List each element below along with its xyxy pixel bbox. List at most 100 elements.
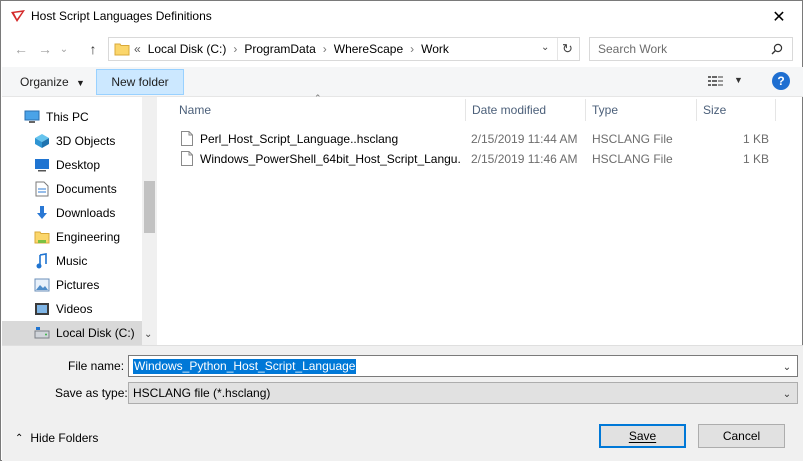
save-button[interactable]: Save: [599, 424, 686, 448]
back-button[interactable]: ←: [9, 39, 33, 59]
cancel-button[interactable]: Cancel: [698, 424, 785, 448]
file-size: 1 KB: [742, 152, 769, 166]
refresh-icon: ↻: [562, 41, 573, 56]
scroll-down-arrow-icon[interactable]: ⌄: [144, 329, 152, 340]
pictures-icon: [34, 277, 50, 293]
back-arrow-icon: ←: [14, 41, 28, 57]
breadcrumb-separator: ›: [233, 42, 238, 56]
file-name: Windows_PowerShell_64bit_Host_Script_Lan…: [200, 152, 460, 166]
file-date: 2/15/2019 11:46 AM: [471, 152, 578, 166]
music-icon: [34, 253, 50, 269]
title-bar: Host Script Languages Definitions ✕: [1, 1, 802, 32]
organize-button[interactable]: Organize ▼: [12, 71, 93, 93]
sidebar-item-downloads[interactable]: Downloads: [2, 201, 142, 225]
save-label: Save: [628, 429, 657, 443]
column-type-label: Type: [592, 103, 619, 117]
sidebar-item-engineering[interactable]: Engineering: [2, 225, 142, 249]
sidebar-item-label: Pictures: [56, 278, 100, 292]
forward-arrow-icon: →: [38, 41, 52, 57]
file-type: HSCLANG File: [592, 132, 673, 146]
sidebar-item-label: Music: [56, 254, 88, 268]
file-row[interactable]: Windows_PowerShell_64bit_Host_Script_Lan…: [177, 149, 777, 169]
column-header-size[interactable]: Size: [703, 97, 726, 123]
save-dialog-window: Host Script Languages Definitions ✕ ← → …: [0, 0, 803, 461]
column-divider[interactable]: [465, 99, 466, 121]
videos-icon: [34, 301, 50, 317]
new-folder-label: New folder: [111, 75, 169, 89]
close-icon: ✕: [772, 8, 786, 26]
sidebar-item-label: 3D Objects: [56, 134, 116, 148]
sidebar-item-documents[interactable]: Documents: [2, 177, 142, 201]
sidebar-item-music[interactable]: Music: [2, 249, 142, 273]
organize-label: Organize: [20, 75, 69, 89]
sidebar-item-label: This PC: [46, 110, 89, 124]
save-type-select[interactable]: HSCLANG file (*.hsclang) ⌄: [128, 382, 798, 404]
file-name-input[interactable]: Windows_Python_Host_Script_Language ⌄: [128, 355, 798, 377]
sidebar-item-desktop[interactable]: Desktop: [2, 153, 142, 177]
address-dropdown-button[interactable]: ⌄: [541, 42, 549, 53]
view-options-icon[interactable]: [708, 75, 724, 87]
sidebar-item-this-pc[interactable]: This PC: [2, 105, 142, 129]
app-logo-icon: [11, 10, 25, 22]
breadcrumb-work[interactable]: Work: [421, 42, 449, 56]
address-bar[interactable]: « Local Disk (C:) › ProgramData › WhereS…: [108, 37, 580, 61]
hide-folders-label: Hide Folders: [30, 431, 99, 445]
download-icon: [34, 205, 50, 221]
sidebar-item-local-disk-c[interactable]: Local Disk (C:): [2, 321, 142, 345]
cancel-label: Cancel: [722, 429, 761, 443]
column-header-name[interactable]: Name: [179, 97, 211, 123]
cube-icon: [34, 133, 50, 149]
file-row[interactable]: Perl_Host_Script_Language..hsclang 2/15/…: [177, 129, 777, 149]
breadcrumb-wherescape[interactable]: WhereScape: [334, 42, 403, 56]
file-type: HSCLANG File: [592, 152, 673, 166]
column-header-date[interactable]: Date modified: [472, 97, 546, 123]
search-icon: [771, 43, 783, 55]
drive-icon: [34, 325, 50, 341]
close-button[interactable]: ✕: [756, 1, 802, 32]
sidebar-item-label: Downloads: [56, 206, 116, 220]
breadcrumb-local-disk[interactable]: Local Disk (C:): [148, 42, 227, 56]
chevron-down-icon: ⌄: [541, 42, 550, 53]
hide-folders-button[interactable]: ⌃ Hide Folders: [15, 431, 98, 445]
help-icon: ?: [777, 74, 785, 88]
pc-icon: [24, 109, 40, 125]
desktop-icon: [34, 157, 50, 173]
up-arrow-icon: ↑: [89, 41, 97, 57]
forward-button[interactable]: →: [33, 39, 57, 59]
navigation-scrollbar-thumb[interactable]: [144, 181, 155, 233]
refresh-button[interactable]: ↻: [562, 41, 573, 57]
breadcrumb: « Local Disk (C:) › ProgramData › WhereS…: [134, 42, 449, 56]
search-input[interactable]: Search Work: [598, 42, 667, 56]
folder-icon: [114, 43, 130, 56]
file-date: 2/15/2019 11:44 AM: [471, 132, 578, 146]
file-name-label: File name:: [68, 359, 125, 373]
sidebar-item-videos[interactable]: Videos: [2, 297, 142, 321]
dropdown-arrow-icon: ▼: [76, 78, 85, 88]
breadcrumb-programdata[interactable]: ProgramData: [244, 42, 315, 56]
file-icon: [181, 151, 193, 166]
help-button[interactable]: ?: [772, 72, 790, 90]
file-size: 1 KB: [742, 132, 769, 146]
up-button[interactable]: ↑: [81, 39, 105, 59]
file-name-dropdown-icon[interactable]: ⌄: [781, 360, 793, 374]
file-name-value[interactable]: Windows_Python_Host_Script_Language: [133, 359, 357, 374]
address-divider: [557, 38, 558, 60]
sidebar-item-3d-objects[interactable]: 3D Objects: [2, 129, 142, 153]
recent-locations-button[interactable]: ⌄: [57, 39, 71, 59]
column-size-label: Size: [703, 103, 727, 117]
column-divider[interactable]: [696, 99, 697, 121]
breadcrumb-overflow[interactable]: «: [134, 42, 141, 56]
new-folder-button[interactable]: New folder: [96, 69, 184, 95]
column-header-type[interactable]: Type: [592, 97, 618, 123]
save-type-dropdown-icon[interactable]: ⌄: [781, 387, 793, 401]
search-box[interactable]: Search Work: [589, 37, 793, 61]
file-icon: [181, 131, 193, 146]
column-divider[interactable]: [775, 99, 776, 121]
column-divider[interactable]: [585, 99, 586, 121]
breadcrumb-separator: ›: [322, 42, 327, 56]
sidebar-item-pictures[interactable]: Pictures: [2, 273, 142, 297]
file-name: Perl_Host_Script_Language..hsclang: [200, 132, 399, 146]
column-date-label: Date modified: [472, 103, 547, 117]
command-bar: Organize ▼ New folder ▼ ?: [2, 67, 803, 97]
view-dropdown-arrow-icon[interactable]: ▼: [734, 75, 743, 85]
